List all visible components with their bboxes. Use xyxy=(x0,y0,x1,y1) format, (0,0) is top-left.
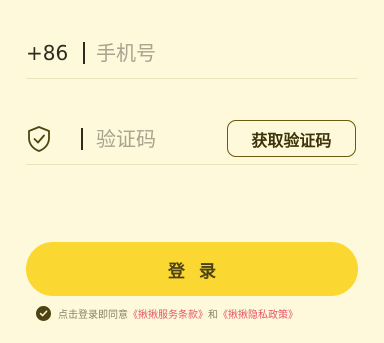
login-button[interactable]: 登录 xyxy=(26,242,358,296)
phone-row: +86 xyxy=(26,28,358,79)
check-mark-icon xyxy=(39,309,48,316)
agreement-prefix: 点击登录即同意 xyxy=(58,309,128,321)
verification-code-input[interactable] xyxy=(96,126,226,152)
code-divider xyxy=(81,128,83,150)
code-row: 获取验证码 xyxy=(26,113,358,165)
phone-input[interactable] xyxy=(96,40,346,66)
phone-divider xyxy=(83,42,85,64)
check-circle-icon[interactable] xyxy=(36,305,51,321)
agreement-and: 和 xyxy=(208,309,218,321)
get-code-button[interactable]: 获取验证码 xyxy=(227,120,356,157)
agreement-line: 点击登录即同意 《揪揪服务条款》 和 《揪揪隐私政策》 xyxy=(36,305,298,321)
terms-link[interactable]: 《揪揪服务条款》 xyxy=(128,306,208,321)
privacy-link[interactable]: 《揪揪隐私政策》 xyxy=(218,306,298,321)
shield-check-icon xyxy=(28,126,50,152)
country-code[interactable]: +86 xyxy=(26,41,68,65)
